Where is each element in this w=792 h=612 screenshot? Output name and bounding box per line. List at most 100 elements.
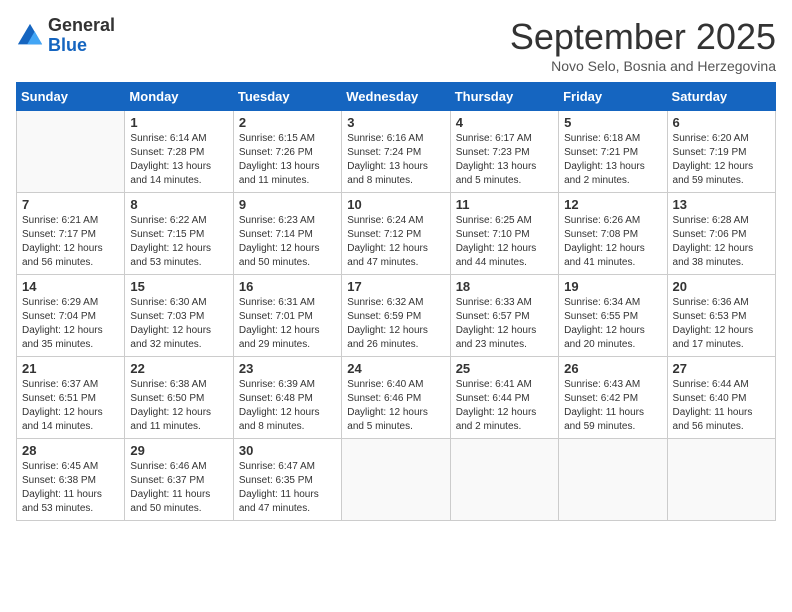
calendar-cell: 14 Sunrise: 6:29 AM Sunset: 7:04 PM Dayli…	[17, 275, 125, 357]
day-info: Sunrise: 6:15 AM Sunset: 7:26 PM Dayligh…	[239, 132, 336, 188]
calendar-cell: 2 Sunrise: 6:15 AM Sunset: 7:26 PM Daylig…	[233, 111, 341, 193]
day-number: 16	[239, 279, 336, 294]
logo-text: General Blue	[48, 16, 115, 56]
calendar-cell: 28Sunrise: 6:45 AM Sunset: 6:38 PM Dayli…	[17, 439, 125, 521]
day-info: Sunrise: 6:36 AM Sunset: 6:53 PM Dayligh…	[673, 296, 770, 352]
weekday-header-row: SundayMondayTuesdayWednesdayThursdayFrid…	[17, 83, 776, 111]
calendar-cell: 3Sunrise: 6:16 AM Sunset: 7:24 PM Daylig…	[342, 111, 450, 193]
day-info: Sunrise: 6:43 AM Sunset: 6:42 PM Dayligh…	[564, 378, 661, 434]
day-number: 30	[239, 443, 336, 458]
calendar-cell: 21 Sunrise: 6:37 AM Sunset: 6:51 PM Dayli…	[17, 357, 125, 439]
calendar-week-row: 28Sunrise: 6:45 AM Sunset: 6:38 PM Dayli…	[17, 439, 776, 521]
day-number: 14	[22, 279, 119, 294]
weekday-header-friday: Friday	[559, 83, 667, 111]
calendar-cell	[559, 439, 667, 521]
calendar-table: SundayMondayTuesdayWednesdayThursdayFrid…	[16, 82, 776, 521]
day-number: 5	[564, 115, 661, 130]
day-info: Sunrise: 6:16 AM Sunset: 7:24 PM Dayligh…	[347, 132, 444, 188]
day-number: 21	[22, 361, 119, 376]
calendar-cell: 12 Sunrise: 6:26 AM Sunset: 7:08 PM Dayli…	[559, 193, 667, 275]
month-title: September 2025	[510, 16, 776, 58]
day-number: 7	[22, 197, 119, 212]
calendar-cell	[17, 111, 125, 193]
day-info: Sunrise: 6:37 AM Sunset: 6:51 PM Dayligh…	[22, 378, 119, 434]
calendar-cell: 29Sunrise: 6:46 AM Sunset: 6:37 PM Dayli…	[125, 439, 233, 521]
weekday-header-tuesday: Tuesday	[233, 83, 341, 111]
day-info: Sunrise: 6:39 AM Sunset: 6:48 PM Dayligh…	[239, 378, 336, 434]
calendar-cell: 15Sunrise: 6:30 AM Sunset: 7:03 PM Dayli…	[125, 275, 233, 357]
calendar-cell	[667, 439, 775, 521]
day-number: 25	[456, 361, 553, 376]
day-info: Sunrise: 6:38 AM Sunset: 6:50 PM Dayligh…	[130, 378, 227, 434]
day-number: 8	[130, 197, 227, 212]
day-info: Sunrise: 6:31 AM Sunset: 7:01 PM Dayligh…	[239, 296, 336, 352]
day-number: 29	[130, 443, 227, 458]
calendar-cell: 18 Sunrise: 6:33 AM Sunset: 6:57 PM Dayli…	[450, 275, 558, 357]
calendar-cell: 26 Sunrise: 6:43 AM Sunset: 6:42 PM Dayli…	[559, 357, 667, 439]
day-info: Sunrise: 6:32 AM Sunset: 6:59 PM Dayligh…	[347, 296, 444, 352]
day-number: 15	[130, 279, 227, 294]
day-number: 6	[673, 115, 770, 130]
day-info: Sunrise: 6:21 AM Sunset: 7:17 PM Dayligh…	[22, 214, 119, 270]
day-number: 2	[239, 115, 336, 130]
weekday-header-thursday: Thursday	[450, 83, 558, 111]
calendar-cell: 27Sunrise: 6:44 AM Sunset: 6:40 PM Dayli…	[667, 357, 775, 439]
calendar-week-row: 7 Sunrise: 6:21 AM Sunset: 7:17 PM Daylig…	[17, 193, 776, 275]
day-info: Sunrise: 6:22 AM Sunset: 7:15 PM Dayligh…	[130, 214, 227, 270]
day-number: 26	[564, 361, 661, 376]
page-header: General Blue September 2025 Novo Selo, B…	[16, 16, 776, 74]
calendar-cell	[450, 439, 558, 521]
day-number: 23	[239, 361, 336, 376]
calendar-cell: 17Sunrise: 6:32 AM Sunset: 6:59 PM Dayli…	[342, 275, 450, 357]
day-number: 11	[456, 197, 553, 212]
calendar-cell: 11 Sunrise: 6:25 AM Sunset: 7:10 PM Dayli…	[450, 193, 558, 275]
day-number: 13	[673, 197, 770, 212]
day-info: Sunrise: 6:40 AM Sunset: 6:46 PM Dayligh…	[347, 378, 444, 434]
calendar-cell: 22 Sunrise: 6:38 AM Sunset: 6:50 PM Dayli…	[125, 357, 233, 439]
day-number: 4	[456, 115, 553, 130]
day-info: Sunrise: 6:29 AM Sunset: 7:04 PM Dayligh…	[22, 296, 119, 352]
weekday-header-sunday: Sunday	[17, 83, 125, 111]
day-info: Sunrise: 6:24 AM Sunset: 7:12 PM Dayligh…	[347, 214, 444, 270]
day-info: Sunrise: 6:18 AM Sunset: 7:21 PM Dayligh…	[564, 132, 661, 188]
calendar-week-row: 14 Sunrise: 6:29 AM Sunset: 7:04 PM Dayli…	[17, 275, 776, 357]
day-info: Sunrise: 6:25 AM Sunset: 7:10 PM Dayligh…	[456, 214, 553, 270]
calendar-week-row: 21 Sunrise: 6:37 AM Sunset: 6:51 PM Dayli…	[17, 357, 776, 439]
day-info: Sunrise: 6:33 AM Sunset: 6:57 PM Dayligh…	[456, 296, 553, 352]
day-number: 9	[239, 197, 336, 212]
day-number: 12	[564, 197, 661, 212]
weekday-header-saturday: Saturday	[667, 83, 775, 111]
calendar-cell: 19 Sunrise: 6:34 AM Sunset: 6:55 PM Dayli…	[559, 275, 667, 357]
day-info: Sunrise: 6:26 AM Sunset: 7:08 PM Dayligh…	[564, 214, 661, 270]
calendar-cell: 4 Sunrise: 6:17 AM Sunset: 7:23 PM Daylig…	[450, 111, 558, 193]
calendar-week-row: 1 Sunrise: 6:14 AM Sunset: 7:28 PM Daylig…	[17, 111, 776, 193]
day-number: 20	[673, 279, 770, 294]
calendar-cell: 5 Sunrise: 6:18 AM Sunset: 7:21 PM Daylig…	[559, 111, 667, 193]
day-number: 1	[130, 115, 227, 130]
day-number: 19	[564, 279, 661, 294]
calendar-cell: 8 Sunrise: 6:22 AM Sunset: 7:15 PM Daylig…	[125, 193, 233, 275]
calendar-cell: 30 Sunrise: 6:47 AM Sunset: 6:35 PM Dayli…	[233, 439, 341, 521]
weekday-header-monday: Monday	[125, 83, 233, 111]
day-info: Sunrise: 6:47 AM Sunset: 6:35 PM Dayligh…	[239, 460, 336, 516]
day-info: Sunrise: 6:41 AM Sunset: 6:44 PM Dayligh…	[456, 378, 553, 434]
day-info: Sunrise: 6:34 AM Sunset: 6:55 PM Dayligh…	[564, 296, 661, 352]
calendar-cell: 13Sunrise: 6:28 AM Sunset: 7:06 PM Dayli…	[667, 193, 775, 275]
calendar-cell: 9Sunrise: 6:23 AM Sunset: 7:14 PM Daylig…	[233, 193, 341, 275]
day-number: 22	[130, 361, 227, 376]
weekday-header-wednesday: Wednesday	[342, 83, 450, 111]
logo: General Blue	[16, 16, 115, 56]
day-number: 28	[22, 443, 119, 458]
day-info: Sunrise: 6:14 AM Sunset: 7:28 PM Dayligh…	[130, 132, 227, 188]
logo-icon	[16, 22, 44, 50]
calendar-cell: 1 Sunrise: 6:14 AM Sunset: 7:28 PM Daylig…	[125, 111, 233, 193]
calendar-cell: 24 Sunrise: 6:40 AM Sunset: 6:46 PM Dayli…	[342, 357, 450, 439]
calendar-cell: 20 Sunrise: 6:36 AM Sunset: 6:53 PM Dayli…	[667, 275, 775, 357]
day-info: Sunrise: 6:17 AM Sunset: 7:23 PM Dayligh…	[456, 132, 553, 188]
calendar-cell	[342, 439, 450, 521]
day-info: Sunrise: 6:20 AM Sunset: 7:19 PM Dayligh…	[673, 132, 770, 188]
day-number: 24	[347, 361, 444, 376]
day-number: 18	[456, 279, 553, 294]
calendar-cell: 25 Sunrise: 6:41 AM Sunset: 6:44 PM Dayli…	[450, 357, 558, 439]
calendar-cell: 7 Sunrise: 6:21 AM Sunset: 7:17 PM Daylig…	[17, 193, 125, 275]
